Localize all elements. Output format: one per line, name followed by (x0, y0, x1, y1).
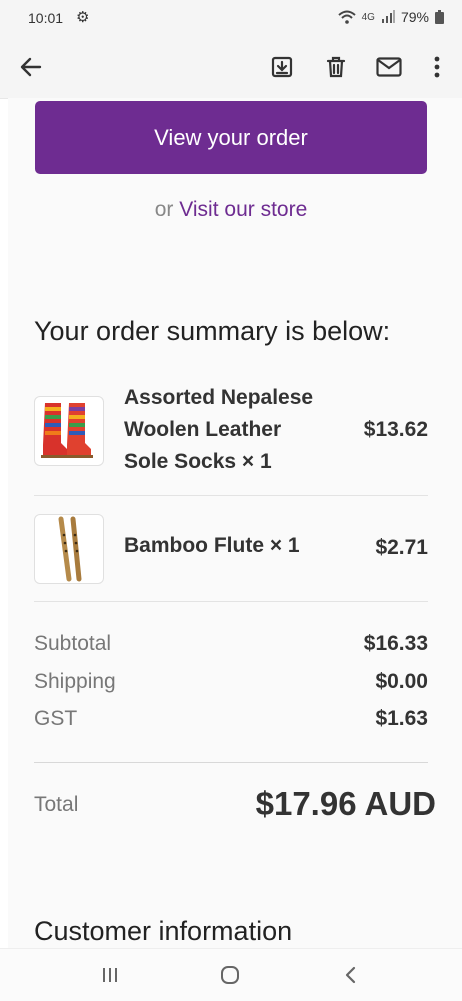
shipping-value: $0.00 (375, 670, 428, 693)
customer-info-heading: Customer information (34, 916, 293, 946)
network-type: 4G (361, 11, 375, 23)
signal-icon (381, 10, 395, 23)
order-item: Bamboo Flute × 1 $2.71 (34, 510, 428, 600)
socks-product-image (34, 396, 104, 466)
delete-icon[interactable] (321, 52, 351, 82)
total-value: $17.96 AUD (255, 785, 436, 822)
item-price: $13.62 (363, 418, 428, 441)
wifi-icon (337, 10, 356, 24)
more-vert-icon[interactable] (422, 52, 452, 82)
totals-divider (34, 762, 428, 763)
back-arrow-icon[interactable] (16, 52, 46, 82)
email-body: View your order or Visit our store Your … (8, 98, 462, 948)
app-toolbar (0, 36, 462, 99)
settings-gear-icon: ⚙ (76, 9, 90, 26)
gst-value: $1.63 (375, 707, 428, 730)
shipping-label: Shipping (34, 670, 116, 693)
view-order-button[interactable]: View your order (35, 101, 427, 174)
back-nav-icon[interactable] (330, 961, 370, 989)
flute-product-image (34, 514, 104, 584)
system-nav-bar (0, 948, 462, 1001)
item-name: Assorted Nepalese Woolen Leather Sole So… (124, 386, 314, 473)
status-time: 10:01 (28, 10, 64, 26)
subtotal-value: $16.33 (363, 632, 428, 655)
item-divider (34, 601, 428, 602)
home-icon[interactable] (210, 961, 250, 989)
mail-icon[interactable] (374, 52, 404, 82)
visit-store-link[interactable]: Visit our store (179, 198, 307, 221)
order-summary-heading: Your order summary is below: (34, 316, 391, 346)
status-right: 4G 79% (337, 9, 444, 25)
item-price: $2.71 (375, 536, 428, 559)
archive-icon[interactable] (267, 52, 297, 82)
total-label: Total (34, 793, 79, 816)
recent-apps-icon[interactable] (90, 961, 130, 989)
item-name: Bamboo Flute × 1 (124, 534, 300, 557)
or-text: or (154, 198, 174, 221)
battery-percent: 79% (400, 9, 429, 25)
status-bar: 10:01 ⚙ 4G 79% (0, 0, 462, 36)
subtotal-label: Subtotal (34, 632, 112, 655)
item-divider (34, 495, 428, 496)
order-item: Assorted Nepalese Woolen Leather Sole So… (34, 384, 428, 494)
battery-icon (435, 10, 444, 24)
visit-store-line: or Visit our store (8, 198, 454, 222)
gst-label: GST (34, 707, 78, 730)
